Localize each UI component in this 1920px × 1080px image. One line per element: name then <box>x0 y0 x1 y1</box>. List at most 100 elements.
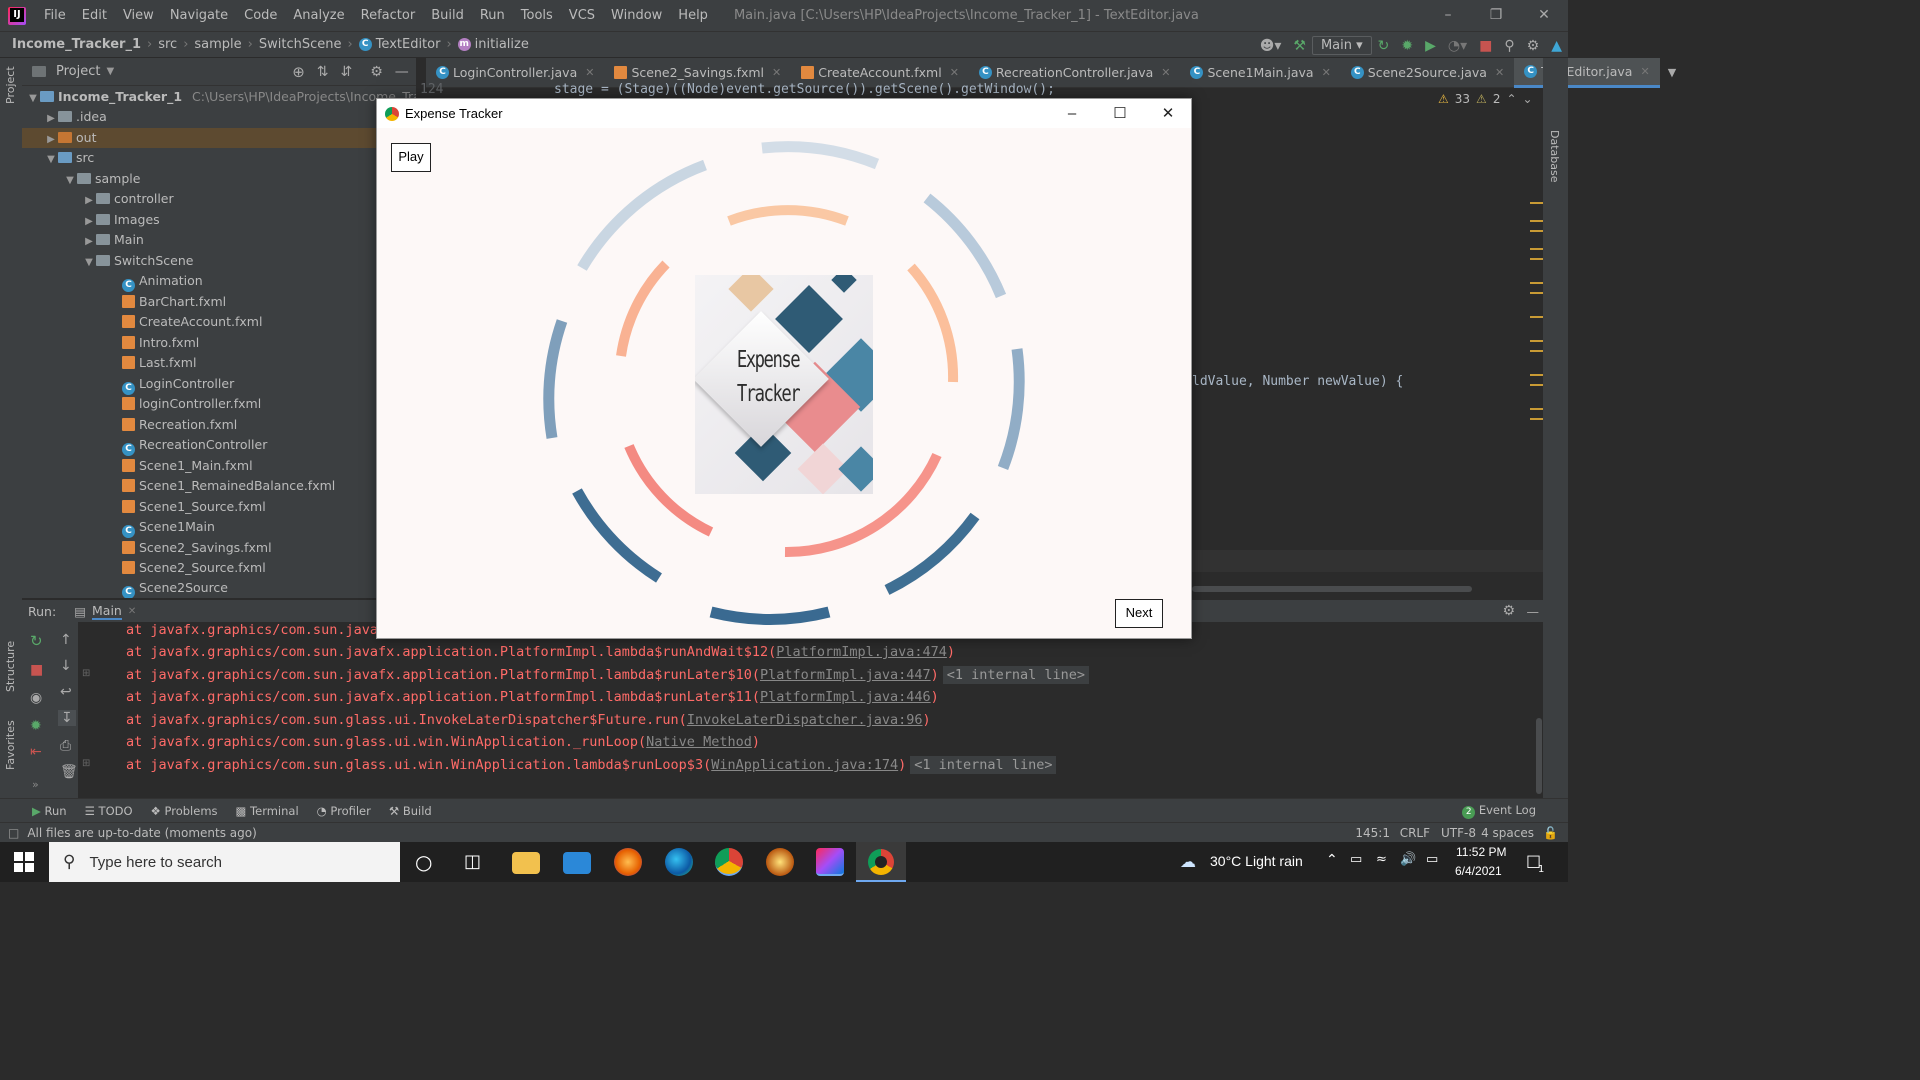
tree-item[interactable]: Recreation.fxml <box>122 415 237 435</box>
arrow-down-icon[interactable]: ↓ <box>60 658 72 674</box>
taskbar-search[interactable]: ⚲ Type here to search <box>49 842 400 882</box>
chevron-right-icon[interactable]: ▶ <box>82 191 96 211</box>
next-button[interactable]: Next <box>1115 599 1163 628</box>
task-view-icon[interactable]: ◫ <box>464 851 481 872</box>
chevron-up-icon[interactable]: ⌃ <box>1506 92 1516 106</box>
scroll-to-end-icon[interactable]: ↧ <box>58 710 76 726</box>
console-scrollbar[interactable] <box>1536 718 1542 794</box>
structure-tool-label[interactable]: Structure <box>4 641 17 692</box>
stop-icon[interactable]: ■ <box>30 662 43 678</box>
tree-item-out[interactable]: ▶ out <box>22 128 416 148</box>
menu-navigate[interactable]: Navigate <box>162 8 236 23</box>
maximize-icon[interactable]: ☐ <box>1097 99 1143 128</box>
status-square-icon[interactable]: □ <box>8 826 19 840</box>
rerun-icon[interactable]: ↻ <box>30 632 43 650</box>
chevron-down-icon[interactable]: ▼ <box>82 253 96 273</box>
console-output[interactable]: at javafx.graphics/com.sun.java at javaf… <box>78 622 1543 798</box>
print-icon[interactable]: ⎙ <box>60 738 71 754</box>
tree-item[interactable]: ▼ sample <box>63 169 140 189</box>
tool-todo[interactable]: ☰ TODO <box>85 804 133 818</box>
project-panel-title[interactable]: Project <box>56 64 100 79</box>
chevron-right-icon[interactable]: ▶ <box>44 109 58 129</box>
tree-item[interactable]: Scene1_RemainedBalance.fxml <box>122 476 335 496</box>
caret-position[interactable]: 145:1 <box>1355 826 1390 840</box>
tree-item[interactable]: Scene2_Source.fxml <box>122 558 266 578</box>
tree-item[interactable]: C RecreationController <box>122 435 267 456</box>
gear-icon[interactable]: ⚙ <box>1502 603 1515 619</box>
tab-scene1main[interactable]: C Scene1Main.java ✕ <box>1180 58 1340 88</box>
tool-profiler[interactable]: ◔ Profiler <box>317 804 371 818</box>
menu-file[interactable]: File <box>36 8 74 23</box>
chevron-down-icon[interactable]: ▼ <box>44 150 58 170</box>
user-icon[interactable]: ☻▾ <box>1260 38 1282 54</box>
mail-icon[interactable] <box>563 852 591 874</box>
chevron-right-icon[interactable]: ▶ <box>82 212 96 232</box>
chevron-down-icon[interactable]: ⌄ <box>1523 92 1533 106</box>
crumb-switchscene[interactable]: SwitchScene <box>259 37 342 52</box>
menu-help[interactable]: Help <box>670 8 716 23</box>
chevron-up-icon[interactable]: ⌃ <box>1326 852 1338 868</box>
tree-item[interactable]: Scene2_Savings.fxml <box>122 538 272 558</box>
weather-text[interactable]: 30°C Light rain <box>1210 853 1303 869</box>
expand-all-icon[interactable]: ⇅ <box>317 64 329 80</box>
close-icon[interactable]: ✕ <box>1495 66 1504 79</box>
horizontal-scrollbar[interactable] <box>1192 586 1472 592</box>
tree-item[interactable]: C Scene1Main <box>122 517 215 538</box>
expense-tracker-taskbar[interactable] <box>856 842 906 882</box>
chevron-down-icon[interactable]: ▼ <box>106 66 114 77</box>
expand-fold-icon[interactable]: ⊞ <box>82 758 90 769</box>
edge-icon[interactable] <box>665 848 693 876</box>
menu-edit[interactable]: Edit <box>74 8 115 23</box>
cortana-icon[interactable]: ○ <box>415 850 432 874</box>
database-tool-label[interactable]: Database <box>1548 130 1561 183</box>
error-stripe[interactable] <box>1530 202 1544 562</box>
crumb-src[interactable]: src <box>158 37 177 52</box>
minimize-icon[interactable]: – <box>1424 0 1472 31</box>
search-icon[interactable]: ⚲ <box>1504 38 1514 54</box>
expand-fold-icon[interactable]: ⊞ <box>82 668 90 679</box>
battery-icon[interactable]: ▭ <box>1350 852 1362 867</box>
menu-window[interactable]: Window <box>603 8 670 23</box>
meet-now-icon[interactable]: ▭ <box>1426 852 1438 867</box>
tool-problems[interactable]: ❖ Problems <box>151 804 218 818</box>
gear-icon[interactable]: ⚙ <box>370 64 383 80</box>
tree-item[interactable]: ▶ .idea <box>44 107 107 127</box>
more-icon[interactable]: » <box>32 778 39 791</box>
plugin-icon[interactable]: ▲ <box>1551 38 1562 54</box>
stack-link[interactable]: PlatformImpl.java:474 <box>776 644 947 660</box>
gear-icon[interactable]: ⚙ <box>1527 38 1540 54</box>
chevron-down-icon[interactable]: ▼ <box>63 171 77 191</box>
lock-icon[interactable]: 🔓 <box>1543 826 1558 840</box>
tree-item[interactable]: Intro.fxml <box>122 333 199 353</box>
firefox-icon[interactable] <box>614 848 642 876</box>
folded-lines[interactable]: <1 internal line> <box>942 666 1089 684</box>
tree-item[interactable]: ▼ SwitchScene <box>82 251 193 271</box>
tree-item[interactable]: C Animation <box>122 271 203 292</box>
debug-icon[interactable]: ✹ <box>30 718 42 734</box>
crumb-class[interactable]: TextEditor <box>376 37 441 52</box>
stack-link[interactable]: PlatformImpl.java:446 <box>760 689 931 705</box>
menu-code[interactable]: Code <box>236 8 285 23</box>
rerun-icon[interactable]: ↻ <box>1378 38 1390 54</box>
browser-icon[interactable] <box>766 848 794 876</box>
debug-icon[interactable]: ✹ <box>1401 38 1413 54</box>
tree-item[interactable]: ▶ Main <box>82 230 144 250</box>
tree-item[interactable]: C LoginController <box>122 374 234 395</box>
soft-wrap-icon[interactable]: ↩ <box>60 684 72 700</box>
profiler-icon[interactable]: ◔▾ <box>1448 38 1467 54</box>
menu-view[interactable]: View <box>115 8 162 23</box>
crumb-sample[interactable]: sample <box>194 37 241 52</box>
tree-item[interactable]: BarChart.fxml <box>122 292 226 312</box>
chevron-right-icon[interactable]: ▶ <box>44 130 58 150</box>
stack-link[interactable]: InvokeLaterDispatcher.java:96 <box>687 712 923 728</box>
event-log[interactable]: 2 Event Log <box>1462 803 1536 819</box>
tree-item[interactable]: ▼ src <box>44 148 94 168</box>
tab-scene2source[interactable]: C Scene2Source.java ✕ <box>1341 58 1514 88</box>
stack-link[interactable]: PlatformImpl.java:447 <box>760 667 931 683</box>
favorites-tool-label[interactable]: Favorites <box>4 720 17 770</box>
file-explorer-icon[interactable] <box>512 852 540 874</box>
collapse-all-icon[interactable]: ⇵ <box>341 64 353 80</box>
exit-icon[interactable]: ⇤ <box>30 744 42 760</box>
volume-icon[interactable]: 🔊 <box>1400 852 1416 867</box>
locate-icon[interactable]: ⊕ <box>292 63 305 81</box>
